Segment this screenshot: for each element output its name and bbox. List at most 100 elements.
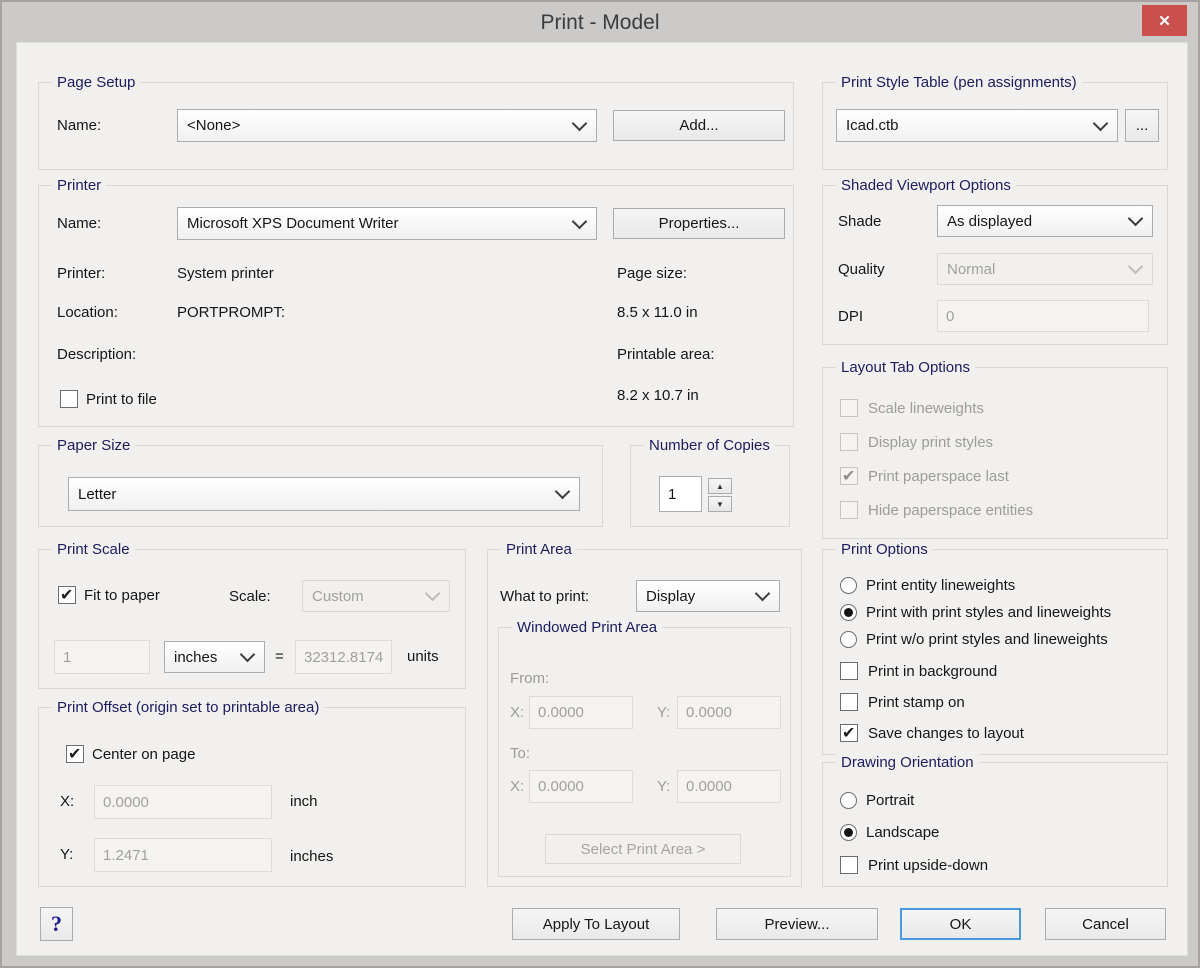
from-y-value: 0.0000 [686,704,732,721]
shade-combo[interactable]: As displayed [937,205,1153,237]
print-entity-lineweights-label[interactable]: Print entity lineweights [866,577,1015,594]
offset-x-value: 0.0000 [103,794,149,811]
offset-x-unit: inch [290,793,318,810]
printable-area-value: 8.2 x 10.7 in [617,387,699,404]
scale-value: Custom [312,588,364,605]
print-entity-lineweights-radio[interactable] [840,577,857,594]
print-to-file-checkbox[interactable] [60,390,78,408]
copies-value: 1 [668,486,676,503]
page-size-value: 8.5 x 11.0 in [617,304,698,321]
scale-label: Scale: [229,588,271,605]
scale-value2-field: 32312.8174 [295,640,392,674]
page-size-label: Page size: [617,265,687,282]
print-in-background-checkbox[interactable] [840,662,858,680]
chevron-down-icon [572,115,588,131]
copies-field[interactable]: 1 [659,476,702,512]
print-stamp-on-checkbox[interactable] [840,693,858,711]
print-paperspace-last-label: Print paperspace last [868,468,1009,485]
spin-up-icon: ▲ [716,482,724,491]
hide-paperspace-entities-label: Hide paperspace entities [868,502,1033,519]
to-x-label: X: [510,778,524,795]
preview-button[interactable]: Preview... [716,908,878,940]
from-x-label: X: [510,704,524,721]
scale-unit-combo[interactable]: inches [164,641,265,673]
landscape-label[interactable]: Landscape [866,824,939,841]
offset-y-label: Y: [60,846,73,863]
ok-button[interactable]: OK [900,908,1021,940]
print-style-value: Icad.ctb [846,117,899,134]
quality-value: Normal [947,261,995,278]
what-to-print-value: Display [646,588,695,605]
copies-spin-down-button[interactable]: ▼ [708,496,732,512]
print-with-styles-label[interactable]: Print with print styles and lineweights [866,604,1111,621]
from-x-field: 0.0000 [529,696,633,729]
portrait-radio[interactable] [840,792,857,809]
save-changes-to-layout-label[interactable]: Save changes to layout [868,725,1024,742]
what-to-print-combo[interactable]: Display [636,580,780,612]
dpi-value: 0 [946,308,954,325]
print-style-browse-button[interactable]: ... [1125,109,1159,142]
shade-label: Shade [838,213,881,230]
save-changes-to-layout-checkbox[interactable] [840,724,858,742]
paper-size-combo[interactable]: Letter [68,477,580,511]
to-y-field: 0.0000 [677,770,781,803]
print-offset-caption: Print Offset (origin set to printable ar… [52,698,324,717]
chevron-down-icon [755,586,771,602]
fit-to-paper-label[interactable]: Fit to paper [84,587,160,604]
print-in-background-label[interactable]: Print in background [868,663,997,680]
display-print-styles-label: Display print styles [868,434,993,451]
copies-spin-up-button[interactable]: ▲ [708,478,732,494]
windowed-print-area-caption: Windowed Print Area [512,618,662,637]
page-setup-name-value: <None> [187,117,240,134]
print-options-caption: Print Options [836,540,933,559]
chevron-down-icon [240,647,256,663]
spin-down-icon: ▼ [716,500,724,509]
properties-button[interactable]: Properties... [613,208,785,239]
cancel-button[interactable]: Cancel [1045,908,1166,940]
hide-paperspace-entities-checkbox [840,501,858,519]
center-on-page-checkbox[interactable] [66,745,84,763]
close-button[interactable]: ✕ [1142,5,1187,36]
offset-y-value: 1.2471 [103,847,149,864]
add-button[interactable]: Add... [613,110,785,141]
chevron-down-icon [555,484,571,500]
apply-to-layout-button[interactable]: Apply To Layout [512,908,680,940]
print-dialog-window: Print - Model ✕ Page Setup Name: <None> … [0,0,1200,968]
print-style-combo[interactable]: Icad.ctb [836,109,1118,142]
chevron-down-icon [1128,211,1144,227]
select-print-area-button: Select Print Area > [545,834,741,864]
dpi-field: 0 [937,300,1149,332]
window-title: Print - Model [2,11,1198,35]
quality-combo: Normal [937,253,1153,285]
center-on-page-label[interactable]: Center on page [92,746,195,763]
portrait-label[interactable]: Portrait [866,792,914,809]
display-print-styles-checkbox [840,433,858,451]
landscape-radio[interactable] [840,824,857,841]
chevron-down-icon [425,586,441,602]
print-without-styles-label[interactable]: Print w/o print styles and lineweights [866,631,1108,648]
shade-value: As displayed [947,213,1032,230]
print-without-styles-radio[interactable] [840,631,857,648]
print-to-file-label[interactable]: Print to file [86,391,157,408]
offset-x-field: 0.0000 [94,785,272,819]
to-x-field: 0.0000 [529,770,633,803]
to-y-label: Y: [657,778,670,795]
offset-x-label: X: [60,793,74,810]
to-y-value: 0.0000 [686,778,732,795]
paper-size-caption: Paper Size [52,436,135,455]
printer-name-combo[interactable]: Microsoft XPS Document Writer [177,207,597,240]
to-x-value: 0.0000 [538,778,584,795]
print-with-styles-radio[interactable] [840,604,857,621]
fit-to-paper-checkbox[interactable] [58,586,76,604]
print-upside-down-label[interactable]: Print upside-down [868,857,988,874]
page-setup-name-combo[interactable]: <None> [177,109,597,142]
close-icon: ✕ [1158,12,1171,30]
help-button[interactable]: ? [40,907,73,941]
from-y-label: Y: [657,704,670,721]
print-stamp-on-label[interactable]: Print stamp on [868,694,965,711]
print-style-caption: Print Style Table (pen assignments) [836,73,1082,92]
from-x-value: 0.0000 [538,704,584,721]
printable-area-label: Printable area: [617,346,715,363]
print-upside-down-checkbox[interactable] [840,856,858,874]
paper-size-value: Letter [78,486,116,503]
